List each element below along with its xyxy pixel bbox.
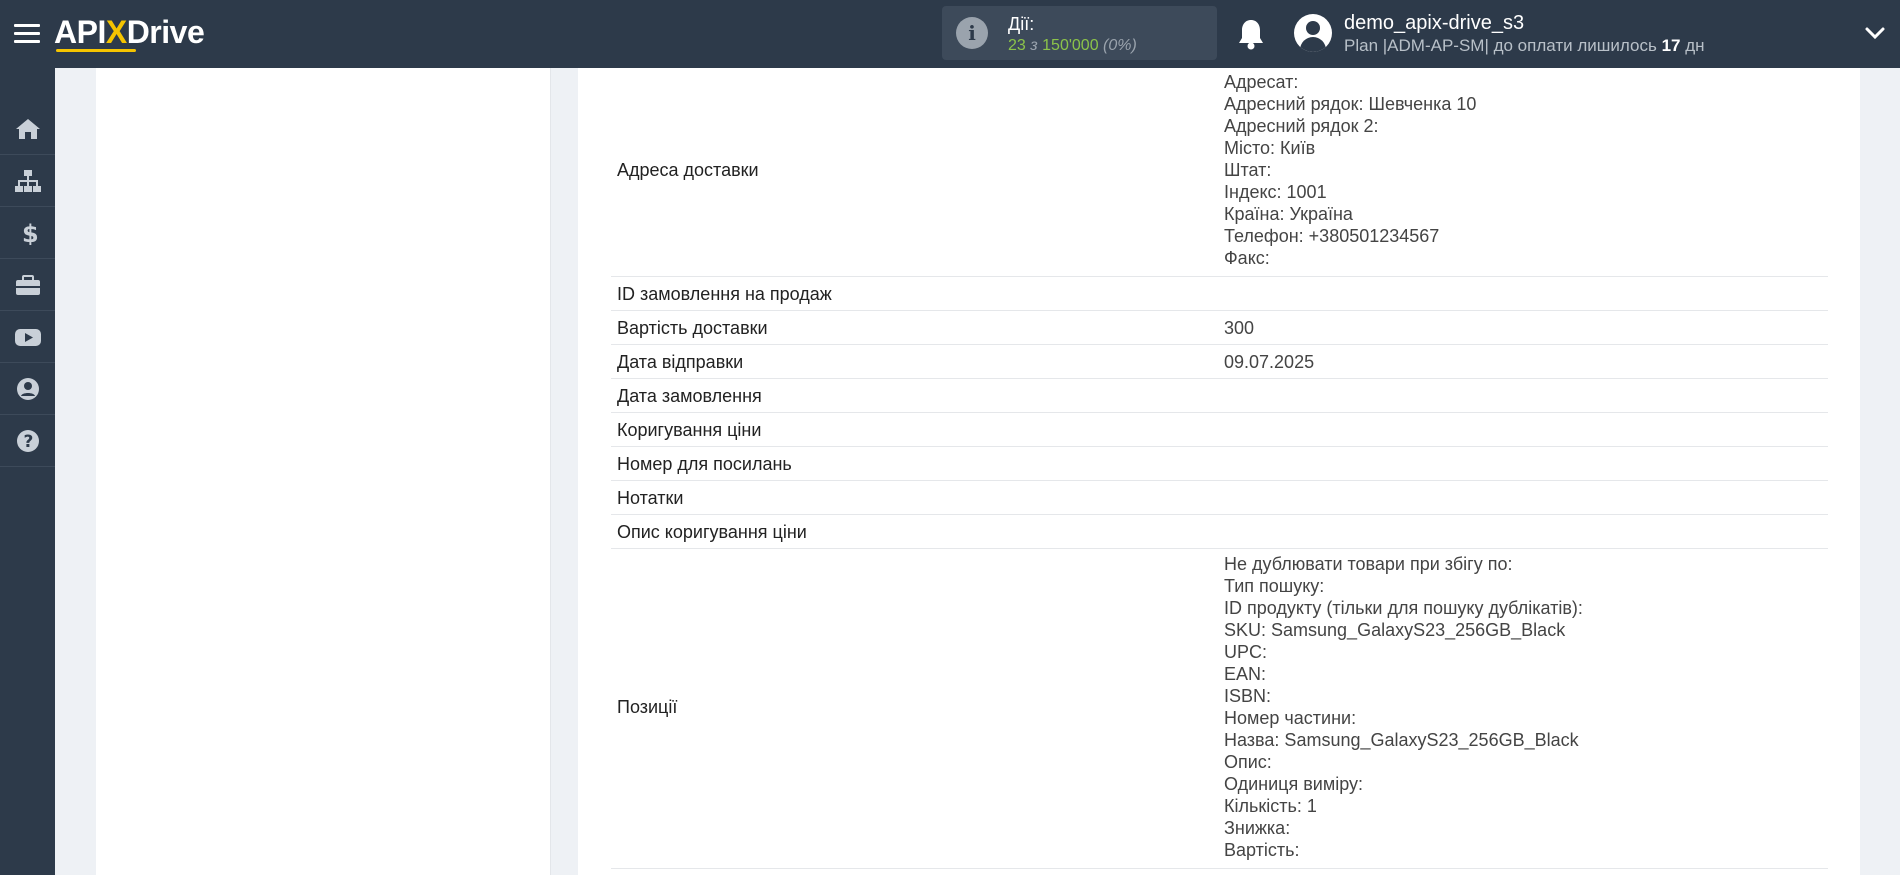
sidebar-item-home[interactable] (0, 103, 55, 155)
field-value: 300 (1224, 318, 1255, 338)
table-row: Нотатки (611, 481, 1828, 515)
question-circle-icon: ? (17, 430, 39, 452)
field-label: Адреса доставки (617, 160, 759, 180)
field-label: Дата відправки (617, 352, 744, 372)
field-label: Позиції (617, 697, 678, 717)
field-value: 09.07.2025 (1224, 352, 1315, 372)
sidebar: $ ? (0, 68, 55, 875)
menu-toggle-icon[interactable] (14, 22, 40, 44)
field-label: Нотатки (617, 488, 684, 508)
table-row: Дата відправки 09.07.2025 (611, 345, 1828, 379)
table-row: Дата замовлення (611, 379, 1828, 413)
field-label: Дата замовлення (617, 386, 762, 406)
home-icon (16, 119, 40, 139)
actions-counter[interactable]: i Дії: 23 з 150'000 (0%) (942, 6, 1217, 60)
chevron-down-icon[interactable] (1864, 22, 1886, 44)
table-row: Коригування ціни (611, 413, 1828, 447)
table-row: Опис коригування ціни (611, 515, 1828, 549)
bell-icon[interactable] (1236, 18, 1266, 50)
table-row: Адреса доставки Адресат: Адресний рядок:… (611, 68, 1828, 277)
field-value: Не дублювати товари при збігу по: Тип по… (1224, 554, 1583, 860)
avatar[interactable] (1294, 14, 1332, 52)
field-value: Адресат: Адресний рядок: Шевченка 10 Адр… (1224, 72, 1477, 268)
sidebar-item-connections[interactable] (0, 155, 55, 207)
svg-text:?: ? (24, 432, 34, 452)
user-plan: Plan |ADM-AP-SM| до оплати лишилось 17 д… (1344, 36, 1705, 55)
youtube-icon (15, 329, 41, 346)
info-icon: i (956, 17, 988, 49)
user-circle-icon (17, 378, 39, 400)
field-label: Коригування ціни (617, 420, 762, 440)
table-row: ID замовлення на продаж (611, 277, 1828, 311)
briefcase-icon (16, 275, 40, 295)
table-row: Номер для посилань (611, 447, 1828, 481)
field-label: ID замовлення на продаж (617, 284, 832, 304)
actions-label: Дії: (1008, 14, 1035, 34)
user-name[interactable]: demo_apix-drive_s3 (1344, 12, 1524, 35)
sidebar-item-videos[interactable] (0, 311, 55, 363)
table-row: Позиції Не дублювати товари при збігу по… (611, 549, 1828, 869)
top-bar: APIXDrive i Дії: 23 з 150'000 (0%) demo_… (0, 0, 1900, 68)
field-label: Опис коригування ціни (617, 522, 807, 542)
main-panel: Адреса доставки Адресат: Адресний рядок:… (578, 68, 1860, 875)
left-panel (96, 68, 551, 875)
sidebar-item-services[interactable] (0, 259, 55, 311)
sidebar-item-billing[interactable]: $ (0, 207, 55, 259)
actions-value: 23 з 150'000 (0%) (1008, 37, 1137, 54)
field-label: Номер для посилань (617, 454, 792, 474)
field-label: Вартість доставки (617, 318, 768, 338)
sidebar-item-help[interactable]: ? (0, 415, 55, 467)
svg-text:$: $ (22, 221, 39, 245)
sitemap-icon (15, 170, 41, 192)
dollar-icon: $ (22, 221, 39, 245)
sidebar-item-account[interactable] (0, 363, 55, 415)
data-table: Адреса доставки Адресат: Адресний рядок:… (611, 68, 1828, 869)
table-row: Вартість доставки 300 (611, 311, 1828, 345)
apixdrive-logo[interactable]: APIXDrive (54, 12, 234, 52)
